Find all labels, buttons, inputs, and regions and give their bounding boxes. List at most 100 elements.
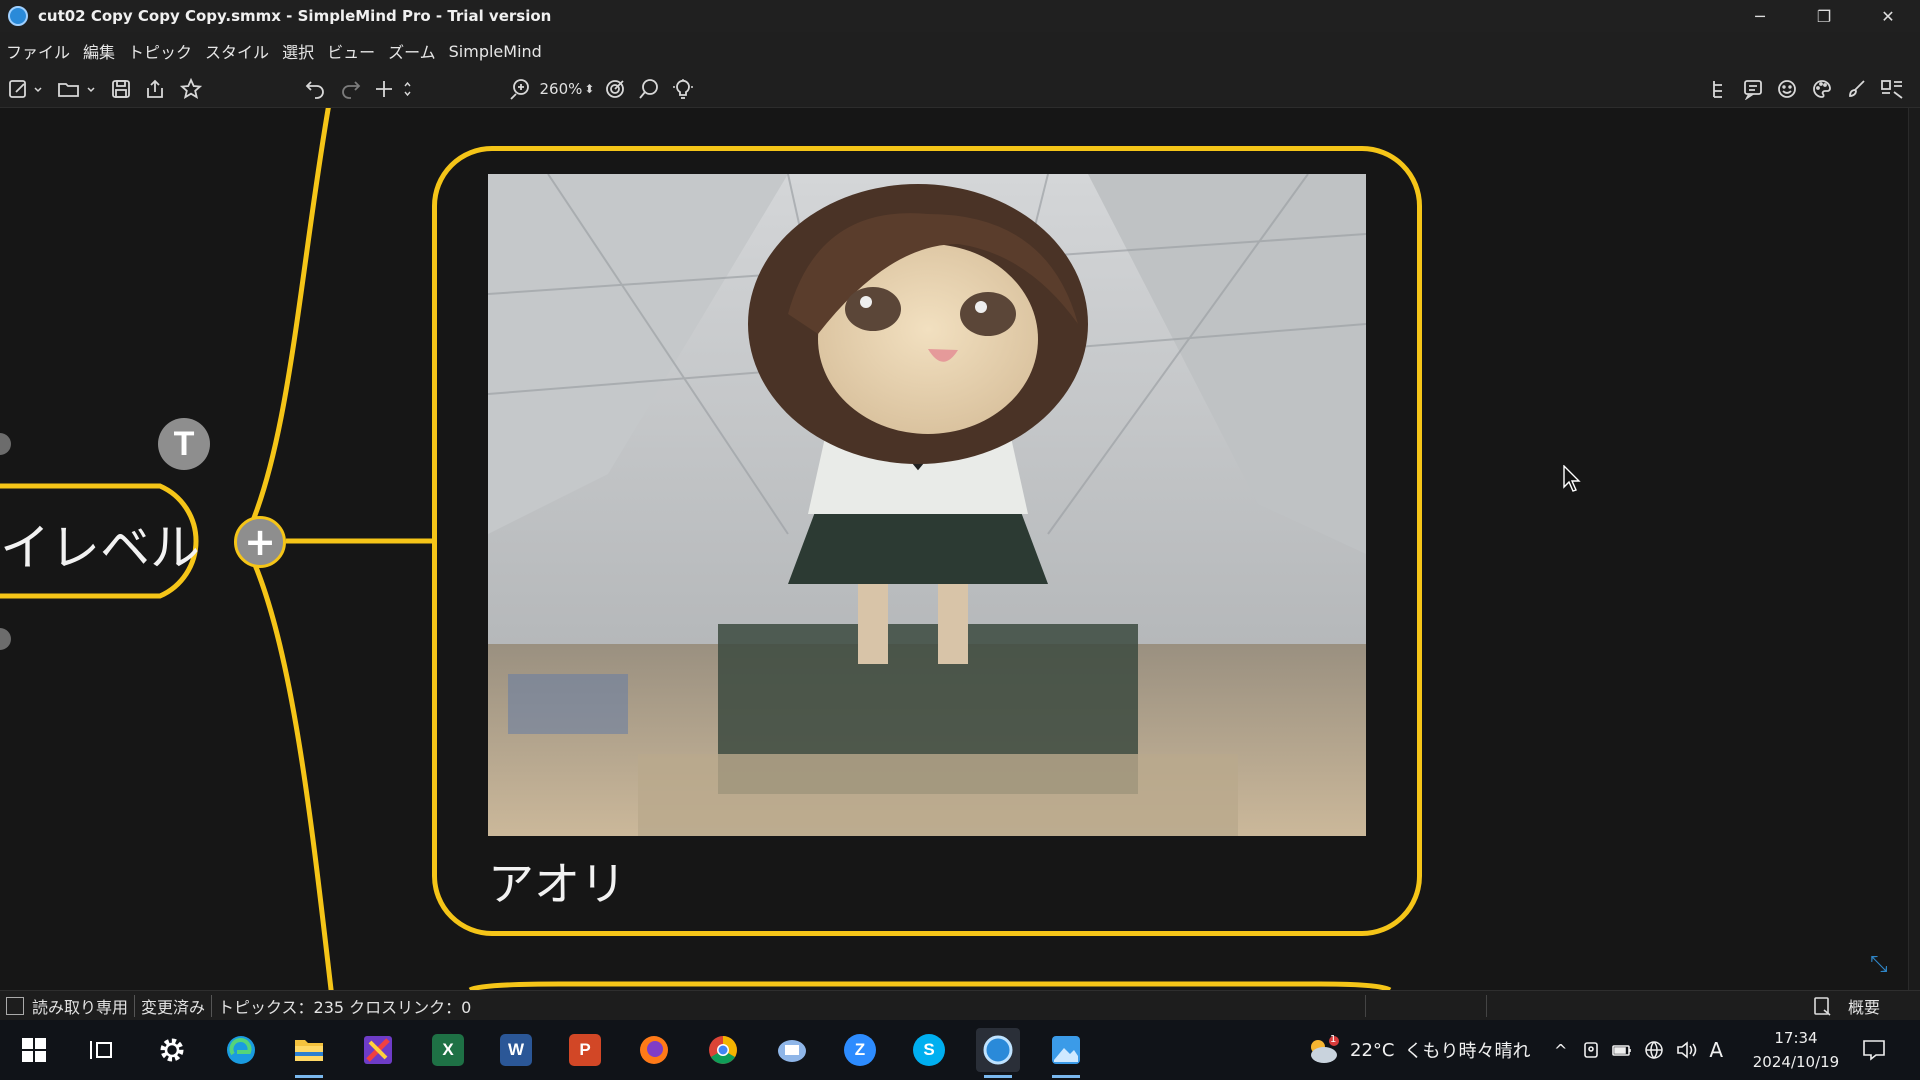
taskbar-firefox[interactable]: [632, 1028, 676, 1072]
taskbar-simplemind[interactable]: [976, 1028, 1020, 1078]
edge-browser-icon: [227, 1036, 255, 1064]
add-topic-button[interactable]: [372, 76, 414, 102]
menu-file[interactable]: ファイル: [6, 39, 70, 63]
menu-topic[interactable]: トピック: [128, 39, 192, 63]
brainstorm-button[interactable]: [670, 76, 696, 102]
window-title: cut02 Copy Copy Copy.smmx - SimpleMind P…: [38, 7, 552, 25]
share-icon: [147, 79, 163, 98]
star-icon: [180, 78, 202, 99]
status-separator: [1486, 995, 1487, 1017]
undo-icon: [305, 81, 324, 99]
word-icon: W: [500, 1034, 532, 1066]
outline-view-button[interactable]: [1706, 76, 1732, 102]
system-tray-icons: ^ A: [1554, 1020, 1723, 1080]
minimize-button[interactable]: ─: [1728, 0, 1792, 32]
zoom-button[interactable]: [508, 76, 534, 102]
ime-indicator[interactable]: A: [1709, 1038, 1723, 1062]
favorite-button[interactable]: [178, 76, 204, 102]
menu-style[interactable]: スタイル: [205, 39, 269, 63]
text-style-badge[interactable]: T: [158, 418, 210, 470]
excel-icon: X: [432, 1034, 464, 1066]
taskbar-edge[interactable]: [219, 1028, 263, 1072]
status-separator: [1365, 995, 1366, 1017]
weather-widget[interactable]: 1 22°C くもり時々晴れ: [1304, 1020, 1530, 1080]
start-button[interactable]: [12, 1028, 56, 1072]
brush-icon: [1849, 80, 1865, 97]
taskbar-file-explorer[interactable]: [287, 1028, 331, 1078]
taskbar-skype[interactable]: S: [907, 1028, 951, 1072]
close-button[interactable]: ✕: [1856, 0, 1920, 32]
inspector-icon: [1881, 80, 1903, 99]
menu-select[interactable]: 選択: [282, 39, 314, 63]
photos-icon: [1052, 1036, 1080, 1064]
zoom-level-select[interactable]: 260% ⬍: [538, 76, 596, 102]
menu-view[interactable]: ビュー: [327, 39, 375, 63]
folder-open-icon: [58, 83, 95, 97]
search-button[interactable]: [636, 76, 662, 102]
taskbar-powerpoint[interactable]: P: [563, 1028, 607, 1072]
outline-toggle[interactable]: 概要: [1812, 991, 1880, 1021]
mail-app-icon: [778, 1040, 806, 1062]
zoom-app-icon: Z: [844, 1034, 876, 1066]
meet-now-icon[interactable]: [1581, 1040, 1601, 1060]
image-topic-label[interactable]: アオリ: [488, 848, 626, 914]
taskbar-word[interactable]: W: [494, 1028, 538, 1072]
side-panel-handle[interactable]: [1908, 108, 1920, 990]
menu-simplemind[interactable]: SimpleMind: [449, 42, 542, 61]
notification-icon: [1863, 1040, 1885, 1061]
parent-topic-label[interactable]: イレベル: [0, 508, 200, 580]
zoom-spinner-icon: ⬍: [584, 82, 595, 96]
taskbar-excel[interactable]: X: [426, 1028, 470, 1072]
new-mindmap-button[interactable]: [4, 76, 46, 102]
lightbulb-icon: [673, 79, 693, 99]
inspector-button[interactable]: [1878, 76, 1906, 102]
network-globe-icon[interactable]: [1643, 1039, 1665, 1061]
weather-temperature: 22°C: [1350, 1039, 1395, 1061]
taskbar-clock[interactable]: 17:34 2024/10/19: [1752, 1026, 1840, 1074]
menu-edit[interactable]: 編集: [83, 39, 115, 63]
tray-chevron-icon[interactable]: ^: [1554, 1041, 1567, 1060]
save-button[interactable]: [108, 76, 134, 102]
emoji-button[interactable]: [1774, 76, 1800, 102]
redo-button[interactable]: [338, 76, 364, 102]
paint-app-icon: [364, 1036, 392, 1064]
branch-down: [241, 539, 334, 990]
title-bar: cut02 Copy Copy Copy.smmx - SimpleMind P…: [0, 0, 1920, 32]
firefox-icon: [640, 1036, 668, 1064]
restore-button[interactable]: ❐: [1792, 0, 1856, 32]
taskbar-zoom[interactable]: Z: [838, 1028, 882, 1072]
undo-button[interactable]: [302, 76, 328, 102]
folder-icon: [295, 1040, 323, 1061]
palette-button[interactable]: [1809, 76, 1835, 102]
taskbar-chrome[interactable]: [701, 1028, 745, 1072]
smiley-icon: [1778, 80, 1796, 98]
chrome-icon: [709, 1036, 737, 1064]
weather-alert-badge: 1: [1330, 1034, 1337, 1045]
battery-icon[interactable]: [1611, 1040, 1633, 1060]
focus-button[interactable]: [602, 76, 628, 102]
taskbar-paint-app[interactable]: [356, 1028, 400, 1072]
read-only-checkbox[interactable]: [6, 996, 24, 1015]
taskbar-mail-app[interactable]: [770, 1028, 814, 1072]
volume-icon[interactable]: [1675, 1039, 1699, 1061]
add-child-topic-button[interactable]: +: [234, 516, 286, 568]
task-view-button[interactable]: [79, 1028, 123, 1072]
redo-icon: [342, 81, 361, 99]
plus-icon: [376, 81, 411, 97]
notes-button[interactable]: [1740, 76, 1766, 102]
style-button[interactable]: [1844, 76, 1870, 102]
search-icon: [639, 79, 658, 99]
toolbar: 260% ⬍: [0, 70, 1920, 108]
gear-icon: [160, 1038, 184, 1062]
powerpoint-icon: P: [569, 1034, 601, 1066]
taskbar-photos[interactable]: [1044, 1028, 1088, 1078]
share-button[interactable]: [142, 76, 168, 102]
notification-center-button[interactable]: [1852, 1028, 1896, 1072]
taskbar-settings[interactable]: [150, 1028, 194, 1072]
note-icon: [1744, 80, 1762, 100]
expand-arrow-icon[interactable]: ⤡: [1870, 952, 1888, 977]
menu-bar: ファイル 編集 トピック スタイル 選択 ビュー ズーム SimpleMind: [0, 32, 1920, 70]
open-button[interactable]: [52, 76, 100, 102]
clock-time: 17:34: [1774, 1029, 1818, 1047]
menu-zoom[interactable]: ズーム: [388, 39, 436, 63]
